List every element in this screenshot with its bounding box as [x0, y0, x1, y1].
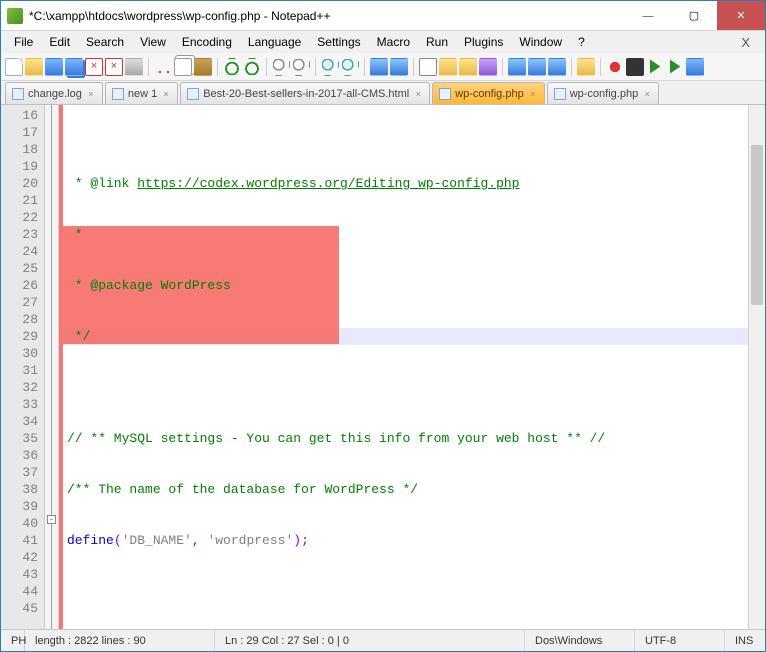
toolbar-separator [217, 58, 218, 76]
window-title: *C:\xampp\htdocs\wordpress\wp-config.php… [29, 9, 625, 23]
zoom-out-icon[interactable] [341, 58, 359, 76]
toolbar-separator [266, 58, 267, 76]
toolbar-separator [413, 58, 414, 76]
tab-best-sellers[interactable]: Best-20-Best-sellers-in-2017-all-CMS.htm… [180, 82, 430, 104]
menu-edit[interactable]: Edit [42, 33, 77, 51]
folder-tree-icon[interactable] [548, 58, 566, 76]
tab-new-1[interactable]: new 1 × [105, 82, 178, 104]
toolbar: × × [1, 53, 765, 81]
menu-encoding[interactable]: Encoding [175, 33, 239, 51]
menu-help[interactable]: ? [571, 33, 592, 51]
close-window-button[interactable]: ✕ [717, 1, 765, 30]
redo-icon[interactable] [243, 58, 261, 76]
minimize-button[interactable]: — [625, 1, 671, 30]
tab-wp-config-2[interactable]: wp-config.php× [547, 82, 660, 104]
menu-plugins[interactable]: Plugins [457, 33, 510, 51]
menu-bar: File Edit Search View Encoding Language … [1, 31, 765, 53]
word-wrap-icon[interactable] [419, 58, 437, 76]
tab-label: Best-20-Best-sellers-in-2017-all-CMS.htm… [203, 88, 409, 100]
tab-wp-config-active[interactable]: wp-config.php × [432, 82, 545, 104]
macro-save-icon[interactable] [686, 58, 704, 76]
file-icon [187, 88, 199, 100]
menu-file[interactable]: File [7, 33, 40, 51]
tab-close-icon[interactable]: × [413, 89, 423, 99]
close-all-icon[interactable]: × [105, 58, 123, 76]
status-insert-mode[interactable]: INS [725, 630, 765, 651]
status-position: Ln : 29 Col : 27 Sel : 0 | 0 [215, 630, 525, 651]
window-controls: — ▢ ✕ [625, 1, 765, 30]
find-icon[interactable] [272, 58, 290, 76]
sync-v-icon[interactable] [370, 58, 388, 76]
macro-record-icon[interactable] [606, 58, 624, 76]
sync-h-icon[interactable] [390, 58, 408, 76]
open-file-icon[interactable] [25, 58, 43, 76]
tab-label: new 1 [128, 88, 157, 100]
macro-stop-icon[interactable] [626, 58, 644, 76]
macro-play-icon[interactable] [646, 58, 664, 76]
status-eol[interactable]: Dos\Windows [525, 630, 635, 651]
tab-close-icon[interactable]: × [161, 89, 171, 99]
copy-icon[interactable] [174, 58, 192, 76]
paste-icon[interactable] [194, 58, 212, 76]
menu-window[interactable]: Window [512, 33, 569, 51]
tab-bar: change.log × new 1 × Best-20-Best-sellers-… [1, 81, 765, 105]
menu-view[interactable]: View [133, 33, 173, 51]
toolbar-separator [600, 58, 601, 76]
tab-label: wp-config.php [570, 88, 639, 100]
undo-icon[interactable] [223, 58, 241, 76]
menu-search[interactable]: Search [79, 33, 131, 51]
menu-language[interactable]: Language [241, 33, 308, 51]
close-file-icon[interactable]: × [85, 58, 103, 76]
indent-guide-icon[interactable] [459, 58, 477, 76]
func-list-icon[interactable] [528, 58, 546, 76]
monitor-icon[interactable] [577, 58, 595, 76]
fold-box-icon[interactable]: - [47, 515, 56, 524]
fold-margin[interactable]: - [45, 105, 59, 629]
doc-map-icon[interactable] [508, 58, 526, 76]
scrollbar-thumb[interactable] [751, 145, 763, 305]
save-icon[interactable] [45, 58, 63, 76]
toolbar-separator [315, 58, 316, 76]
show-chars-icon[interactable] [439, 58, 457, 76]
save-all-icon[interactable] [65, 58, 83, 76]
new-file-icon[interactable] [5, 58, 23, 76]
tab-label: change.log [28, 88, 82, 100]
code-area[interactable]: * @link https://codex.wordpress.org/Edit… [63, 105, 748, 629]
user-lang-icon[interactable] [479, 58, 497, 76]
file-icon [12, 88, 24, 100]
toolbar-separator [571, 58, 572, 76]
file-icon [439, 88, 451, 100]
zoom-in-icon[interactable] [321, 58, 339, 76]
tab-close-icon[interactable]: × [86, 89, 96, 99]
macro-play-multi-icon[interactable] [666, 58, 684, 76]
tab-change-log[interactable]: change.log × [5, 82, 103, 104]
app-icon [7, 8, 23, 24]
toolbar-separator [148, 58, 149, 76]
close-doc-button[interactable]: X [734, 33, 757, 52]
menu-run[interactable]: Run [419, 33, 455, 51]
editor: 1617181920212223242526272829303132333435… [1, 105, 765, 629]
file-icon [112, 88, 124, 100]
file-icon [554, 88, 566, 100]
tab-close-icon[interactable]: × [528, 89, 538, 99]
title-bar: *C:\xampp\htdocs\wordpress\wp-config.php… [1, 1, 765, 31]
menu-settings[interactable]: Settings [310, 33, 367, 51]
status-length: length : 2822 lines : 90 [25, 630, 215, 651]
cut-icon[interactable] [154, 58, 172, 76]
status-encoding[interactable]: UTF-8 [635, 630, 725, 651]
vertical-scrollbar[interactable] [748, 105, 765, 629]
maximize-button[interactable]: ▢ [671, 1, 717, 30]
status-bar: PH length : 2822 lines : 90 Ln : 29 Col … [1, 629, 765, 651]
toolbar-separator [364, 58, 365, 76]
print-icon[interactable] [125, 58, 143, 76]
tab-label: wp-config.php [455, 88, 524, 100]
replace-icon[interactable] [292, 58, 310, 76]
tab-close-icon[interactable]: × [642, 89, 652, 99]
toolbar-separator [502, 58, 503, 76]
menu-macro[interactable]: Macro [370, 33, 417, 51]
line-number-gutter: 1617181920212223242526272829303132333435… [1, 105, 45, 629]
status-language: PH [1, 630, 25, 651]
